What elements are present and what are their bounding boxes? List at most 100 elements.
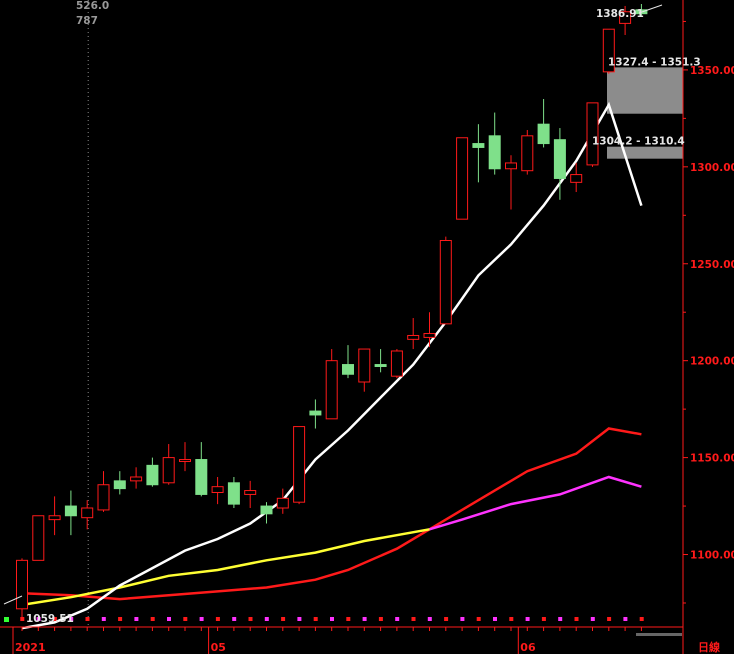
price-zone-1 bbox=[607, 67, 683, 114]
low-price-label: 1059.51 bbox=[26, 613, 74, 625]
price-zone-label-2: 1304.2 - 1310.4 bbox=[592, 136, 685, 148]
candle[interactable] bbox=[358, 348, 371, 392]
candle-body-up bbox=[407, 334, 420, 340]
signal-dot bbox=[85, 617, 90, 621]
candle-body-down bbox=[195, 459, 208, 495]
candle-body-up bbox=[32, 515, 45, 561]
candle-body-down bbox=[227, 482, 240, 505]
candle-body-down bbox=[146, 464, 159, 486]
signal-dot bbox=[183, 617, 188, 621]
signal-dot bbox=[297, 617, 302, 621]
candle[interactable] bbox=[211, 476, 224, 505]
candle[interactable] bbox=[97, 471, 110, 512]
candle[interactable] bbox=[293, 426, 306, 505]
scroll-indicator[interactable] bbox=[636, 633, 682, 636]
candle[interactable] bbox=[260, 502, 273, 524]
signal-dot bbox=[607, 617, 612, 621]
crosshair-top-label: 526.0 bbox=[76, 0, 109, 12]
candle-body-up bbox=[570, 174, 583, 183]
candle[interactable] bbox=[16, 558, 28, 621]
signal-dot bbox=[395, 617, 400, 621]
candle-body-up bbox=[16, 559, 28, 610]
candle[interactable] bbox=[244, 480, 257, 508]
x-tick-label: 2021 bbox=[15, 641, 46, 654]
candle[interactable] bbox=[407, 318, 420, 350]
candle[interactable] bbox=[81, 500, 94, 530]
x-tick-label: 05 bbox=[211, 641, 226, 654]
candle[interactable] bbox=[537, 98, 550, 148]
high-price-label: 1386.91 bbox=[596, 8, 644, 20]
y-tick-label: 1150.00 bbox=[690, 453, 734, 465]
candle[interactable] bbox=[48, 496, 61, 536]
candle[interactable] bbox=[342, 345, 354, 379]
stock-chart[interactable]: 1100.001150.001200.001250.001300.001350.… bbox=[0, 0, 734, 654]
ma-mid-line bbox=[21, 528, 430, 607]
candle-body-up bbox=[293, 426, 306, 503]
candle-body-down bbox=[537, 123, 550, 145]
candle-body-up bbox=[276, 497, 289, 509]
candle[interactable] bbox=[276, 488, 289, 514]
signal-dot bbox=[20, 617, 25, 621]
candle[interactable] bbox=[227, 476, 240, 508]
candle-body-down bbox=[309, 410, 322, 416]
candle-body-up bbox=[423, 333, 436, 338]
candle[interactable] bbox=[162, 444, 175, 485]
signal-dot bbox=[346, 617, 351, 621]
signal-dot bbox=[362, 617, 367, 621]
signal-dot bbox=[199, 617, 204, 621]
candle[interactable] bbox=[390, 349, 403, 379]
candle-body-up bbox=[244, 490, 257, 495]
signal-dot bbox=[281, 617, 286, 621]
candle[interactable] bbox=[309, 399, 322, 429]
signal-dot bbox=[167, 617, 171, 621]
candle[interactable] bbox=[521, 130, 534, 175]
candle[interactable] bbox=[325, 349, 338, 420]
signal-dot bbox=[330, 617, 334, 621]
candle[interactable] bbox=[64, 490, 77, 536]
candle[interactable] bbox=[146, 457, 159, 487]
price-zone-label-1: 1327.4 - 1351.3 bbox=[608, 56, 701, 68]
candle[interactable] bbox=[456, 137, 469, 220]
candle[interactable] bbox=[488, 112, 501, 175]
candle-body-up bbox=[48, 515, 61, 521]
candles[interactable] bbox=[16, 4, 648, 621]
signal-dot bbox=[101, 617, 106, 621]
signal-dot bbox=[134, 617, 139, 621]
candle-body-down bbox=[488, 135, 501, 170]
candle[interactable] bbox=[130, 467, 143, 489]
signal-dot bbox=[525, 617, 530, 621]
signal-dot bbox=[264, 617, 269, 621]
ma-long-line bbox=[21, 427, 642, 601]
candle-body-up bbox=[97, 484, 110, 511]
candle[interactable] bbox=[195, 442, 208, 497]
signal-dot bbox=[215, 617, 220, 621]
signal-dot bbox=[427, 617, 432, 621]
signal-dot bbox=[509, 617, 514, 621]
signal-dot bbox=[476, 617, 481, 621]
period-label[interactable]: 日線 bbox=[698, 640, 720, 654]
candle[interactable] bbox=[439, 236, 452, 325]
signal-dot-start bbox=[4, 617, 9, 622]
signal-dot bbox=[150, 617, 155, 621]
signal-dot bbox=[623, 617, 628, 621]
x-tick-label: 06 bbox=[520, 641, 536, 654]
candle-body-up bbox=[456, 137, 469, 220]
candle[interactable] bbox=[113, 471, 126, 495]
candle-body-down bbox=[472, 143, 485, 148]
signal-dot bbox=[378, 617, 383, 621]
signal-dot bbox=[541, 617, 546, 621]
candle-body-up bbox=[358, 348, 371, 383]
signal-dot bbox=[313, 617, 318, 621]
y-tick-label: 1300.00 bbox=[690, 162, 734, 174]
signal-dot bbox=[574, 617, 579, 621]
candle[interactable] bbox=[179, 442, 191, 472]
candle[interactable] bbox=[374, 349, 387, 373]
signal-dot bbox=[248, 617, 253, 621]
candle[interactable] bbox=[472, 124, 485, 183]
candle-body-up bbox=[211, 486, 224, 493]
candle[interactable] bbox=[423, 312, 436, 348]
signal-dot bbox=[118, 617, 123, 621]
candle[interactable] bbox=[505, 155, 517, 210]
candle-body-up bbox=[81, 507, 94, 519]
candle[interactable] bbox=[32, 515, 45, 561]
